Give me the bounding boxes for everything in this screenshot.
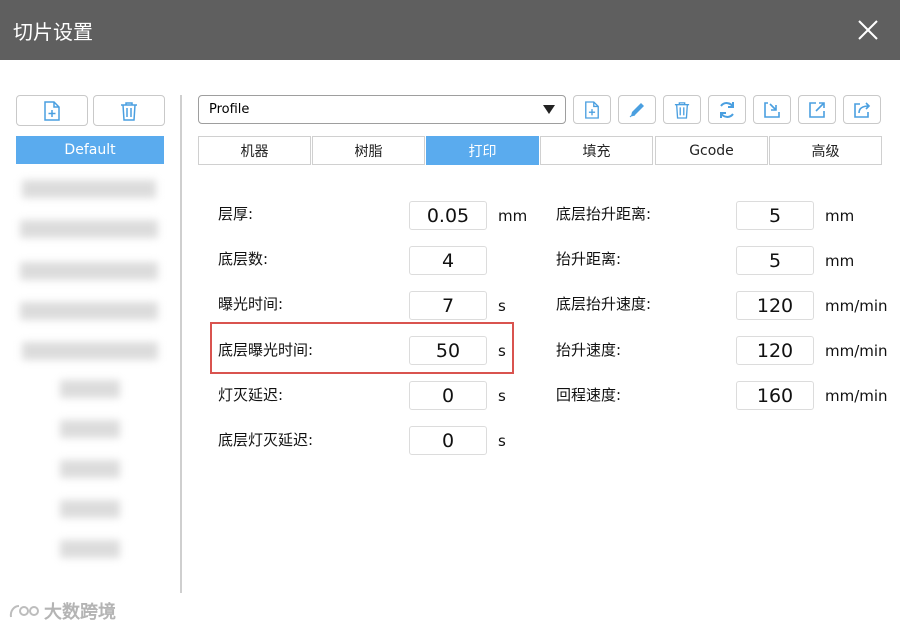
export-icon <box>809 101 825 118</box>
profile-dropdown-value: Profile <box>209 102 250 117</box>
add-file-icon <box>585 100 599 119</box>
profile-list-item[interactable] <box>60 500 120 518</box>
panel-divider <box>180 95 182 593</box>
import-icon <box>764 101 780 118</box>
window-title: 切片设置 <box>13 20 93 44</box>
bottom-lift-speed-input[interactable]: 120 <box>736 291 814 320</box>
tab-machine[interactable]: 机器 <box>198 136 311 165</box>
bottom-lift-distance-unit: mm <box>825 207 855 225</box>
add-file-icon <box>44 100 60 121</box>
share-icon <box>854 101 871 118</box>
trash-icon <box>674 101 690 119</box>
add-profile-button[interactable] <box>16 95 88 126</box>
bottom-lift-distance-label: 底层抬升距离: <box>556 205 652 223</box>
lift-speed-unit: mm/min <box>825 342 888 360</box>
bottom-layers-label: 底层数: <box>218 250 269 268</box>
tab-resin[interactable]: 树脂 <box>312 136 425 165</box>
light-off-delay-label: 灯灭延迟: <box>218 386 284 404</box>
retract-speed-label: 回程速度: <box>556 386 622 404</box>
bottom-light-off-delay-unit: s <box>498 432 506 450</box>
profile-list-item[interactable] <box>22 342 158 360</box>
bottom-exposure-time-unit: s <box>498 342 506 360</box>
export-button[interactable] <box>798 95 836 124</box>
light-off-delay-unit: s <box>498 387 506 405</box>
lift-speed-label: 抬升速度: <box>556 341 622 359</box>
profile-list-item[interactable] <box>60 380 120 398</box>
refresh-icon <box>720 101 734 118</box>
retract-speed-unit: mm/min <box>825 387 888 405</box>
edit-profile-button[interactable] <box>618 95 656 124</box>
trash-icon <box>121 101 137 121</box>
bottom-layers-input[interactable]: 4 <box>409 246 487 275</box>
lift-distance-label: 抬升距离: <box>556 250 622 268</box>
new-profile-button[interactable] <box>573 95 611 124</box>
exposure-time-input[interactable]: 7 <box>409 291 487 320</box>
light-off-delay-input[interactable]: 0 <box>409 381 487 410</box>
profile-list-item[interactable] <box>60 420 120 438</box>
lift-distance-input[interactable]: 5 <box>736 246 814 275</box>
refresh-button[interactable] <box>708 95 746 124</box>
bottom-exposure-time-label: 底层曝光时间: <box>218 341 314 359</box>
profile-list-item[interactable] <box>20 262 158 280</box>
bottom-lift-speed-label: 底层抬升速度: <box>556 295 652 313</box>
profile-list-item[interactable] <box>20 220 158 238</box>
lift-distance-unit: mm <box>825 252 855 270</box>
share-button[interactable] <box>843 95 881 124</box>
exposure-time-label: 曝光时间: <box>218 295 284 313</box>
profile-list-item-default[interactable]: Default <box>16 136 164 164</box>
layer-thickness-input[interactable]: 0.05 <box>409 201 487 230</box>
title-bar: 切片设置 <box>0 0 900 60</box>
bottom-exposure-time-input[interactable]: 50 <box>409 336 487 365</box>
tab-gcode[interactable]: Gcode <box>655 136 768 165</box>
exposure-time-unit: s <box>498 297 506 315</box>
layer-thickness-unit: mm <box>498 207 528 225</box>
bottom-light-off-delay-label: 底层灯灭延迟: <box>218 431 314 449</box>
profile-list-item[interactable] <box>22 180 156 198</box>
retract-speed-input[interactable]: 160 <box>736 381 814 410</box>
watermark: 大数跨境 <box>8 598 116 624</box>
watermark-text: 大数跨境 <box>44 602 116 623</box>
pencil-icon <box>629 102 644 117</box>
profile-list-item[interactable] <box>60 540 120 558</box>
lift-speed-input[interactable]: 120 <box>736 336 814 365</box>
tab-fill[interactable]: 填充 <box>540 136 653 165</box>
import-button[interactable] <box>753 95 791 124</box>
watermark-logo-icon <box>9 605 39 618</box>
layer-thickness-label: 层厚: <box>218 205 254 223</box>
tab-print[interactable]: 打印 <box>426 136 539 165</box>
profile-list-item[interactable] <box>20 302 158 320</box>
bottom-lift-speed-unit: mm/min <box>825 297 888 315</box>
chevron-down-icon <box>543 105 555 114</box>
tab-advanced[interactable]: 高级 <box>769 136 882 165</box>
close-icon[interactable] <box>856 18 880 42</box>
profile-dropdown[interactable]: Profile <box>198 95 566 124</box>
profile-list-item[interactable] <box>60 460 120 478</box>
bottom-lift-distance-input[interactable]: 5 <box>736 201 814 230</box>
delete-profile-button[interactable] <box>93 95 165 126</box>
delete-button[interactable] <box>663 95 701 124</box>
bottom-light-off-delay-input[interactable]: 0 <box>409 426 487 455</box>
